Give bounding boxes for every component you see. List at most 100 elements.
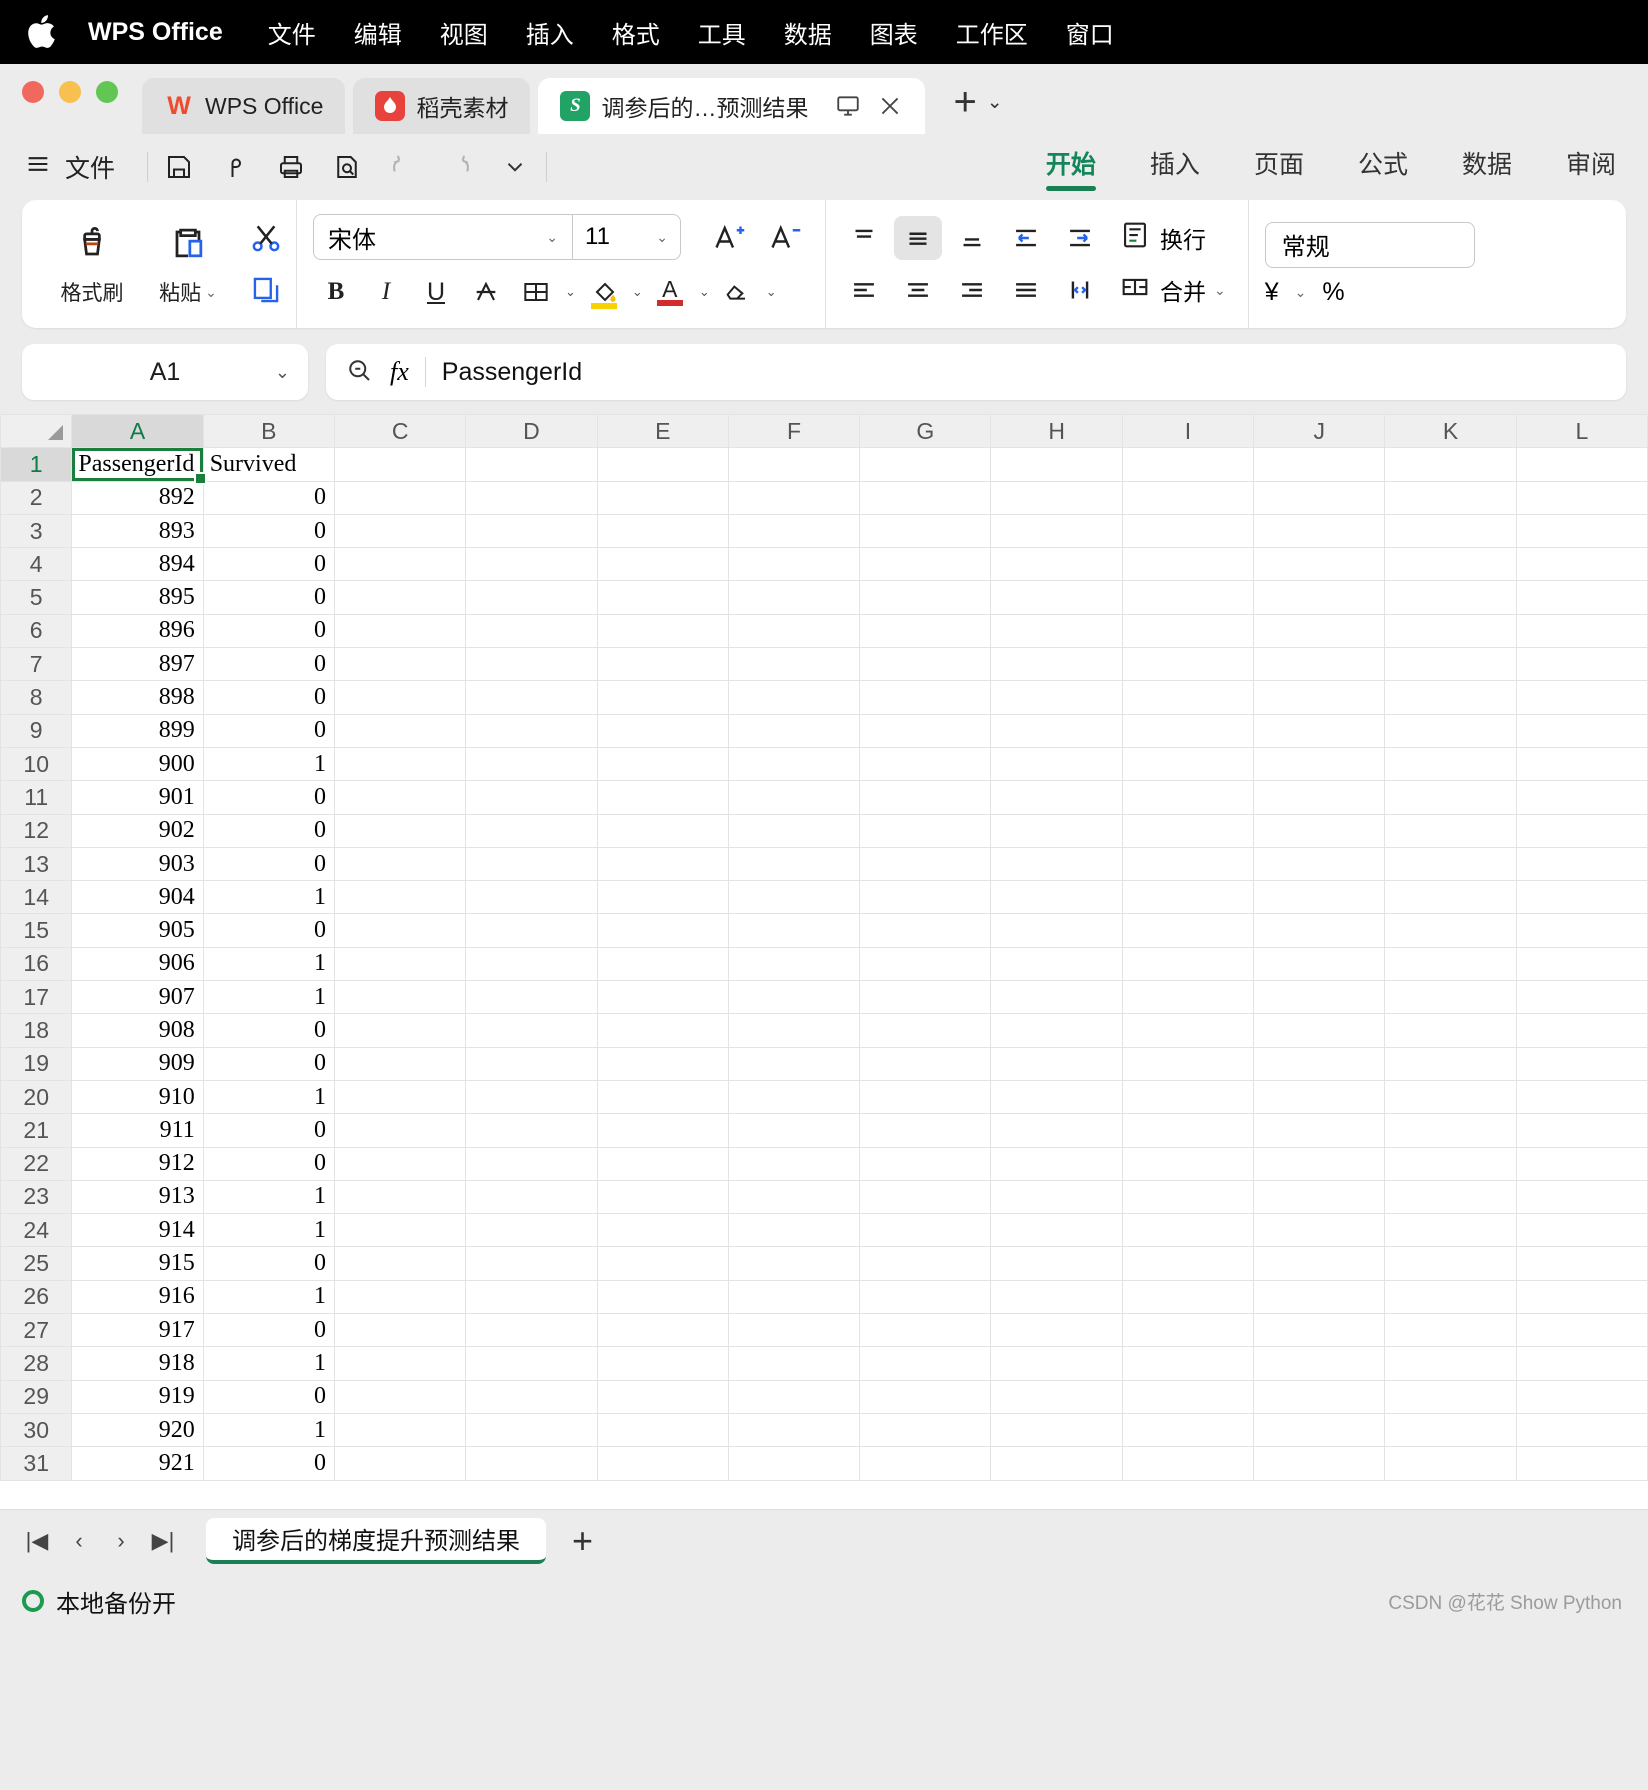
first-sheet-button[interactable]: |◀ xyxy=(18,1521,56,1561)
close-window-button[interactable] xyxy=(22,81,44,103)
cell-E19[interactable] xyxy=(596,1046,729,1081)
cell-J30[interactable] xyxy=(1253,1412,1386,1448)
cell-D7[interactable] xyxy=(465,647,598,682)
cell-K31[interactable] xyxy=(1384,1446,1517,1481)
cell-A10[interactable]: 900 xyxy=(71,746,204,782)
macmenu-item-wps-office[interactable]: WPS Office xyxy=(88,18,249,47)
cell-B16[interactable]: 1 xyxy=(202,946,336,982)
cell-H29[interactable] xyxy=(990,1379,1123,1414)
cell-G8[interactable] xyxy=(859,680,992,715)
cell-G28[interactable] xyxy=(859,1346,992,1381)
row-header-3[interactable]: 3 xyxy=(0,513,73,549)
cell-B8[interactable]: 0 xyxy=(202,680,336,715)
cell-J9[interactable] xyxy=(1253,713,1386,748)
chevron-down-icon[interactable]: ⌄ xyxy=(1295,284,1307,301)
file-menu-button[interactable]: 文件 xyxy=(24,149,133,185)
row-header-30[interactable]: 30 xyxy=(0,1412,73,1448)
cell-C21[interactable] xyxy=(333,1113,467,1148)
cell-F16[interactable] xyxy=(727,946,861,982)
row-header-11[interactable]: 11 xyxy=(0,780,73,815)
cell-J11[interactable] xyxy=(1253,780,1386,815)
cell-C17[interactable] xyxy=(333,980,467,1015)
cell-E7[interactable] xyxy=(596,647,729,682)
cell-H9[interactable] xyxy=(990,713,1123,748)
cell-E21[interactable] xyxy=(596,1113,729,1148)
cell-A22[interactable]: 912 xyxy=(71,1146,204,1181)
cell-C30[interactable] xyxy=(333,1412,467,1448)
cell-J22[interactable] xyxy=(1253,1146,1386,1181)
formula-input[interactable]: fx PassengerId xyxy=(326,344,1626,400)
cell-D5[interactable] xyxy=(465,580,598,615)
macmenu-item-format[interactable]: 格式 xyxy=(593,15,679,50)
cell-D19[interactable] xyxy=(465,1046,598,1081)
cell-K21[interactable] xyxy=(1384,1113,1517,1148)
cell-D15[interactable] xyxy=(465,913,598,948)
cell-I24[interactable] xyxy=(1121,1213,1255,1248)
cell-L5[interactable] xyxy=(1515,580,1648,615)
cell-J16[interactable] xyxy=(1253,946,1386,982)
cell-I3[interactable] xyxy=(1121,513,1255,549)
column-header-c[interactable]: C xyxy=(333,414,467,449)
clear-format-button[interactable] xyxy=(714,270,760,314)
cell-G26[interactable] xyxy=(859,1279,992,1315)
number-format-select[interactable]: 常规 xyxy=(1264,221,1475,268)
cell-I6[interactable] xyxy=(1121,613,1255,649)
bold-button[interactable]: B xyxy=(313,270,359,314)
cell-D22[interactable] xyxy=(465,1146,598,1181)
apple-logo-icon[interactable] xyxy=(26,12,60,52)
cell-E4[interactable] xyxy=(596,547,729,582)
cell-K13[interactable] xyxy=(1384,846,1517,882)
cell-L9[interactable] xyxy=(1515,713,1648,748)
macmenu-item-chart[interactable]: 图表 xyxy=(851,15,937,50)
last-sheet-button[interactable]: ▶| xyxy=(144,1521,182,1561)
cell-C1[interactable] xyxy=(333,447,467,482)
row-header-29[interactable]: 29 xyxy=(0,1379,73,1414)
cell-K7[interactable] xyxy=(1384,647,1517,682)
cell-J15[interactable] xyxy=(1253,913,1386,948)
cell-E27[interactable] xyxy=(596,1313,729,1348)
cell-I20[interactable] xyxy=(1121,1079,1255,1115)
cell-F7[interactable] xyxy=(727,647,861,682)
column-header-k[interactable]: K xyxy=(1384,414,1517,449)
cell-D9[interactable] xyxy=(465,713,598,748)
cell-L27[interactable] xyxy=(1515,1313,1648,1348)
cell-C12[interactable] xyxy=(333,813,467,848)
cell-A13[interactable]: 903 xyxy=(71,846,204,882)
cell-B14[interactable]: 1 xyxy=(202,880,336,915)
cell-K24[interactable] xyxy=(1384,1213,1517,1248)
cell-I18[interactable] xyxy=(1121,1013,1255,1048)
cell-E3[interactable] xyxy=(596,513,729,549)
cell-D23[interactable] xyxy=(465,1179,598,1215)
row-header-12[interactable]: 12 xyxy=(0,813,73,848)
cell-B10[interactable]: 1 xyxy=(202,746,336,782)
macmenu-item-window[interactable]: 窗口 xyxy=(1047,15,1133,50)
cell-I8[interactable] xyxy=(1121,680,1255,715)
cell-B18[interactable]: 0 xyxy=(202,1013,336,1048)
cell-E9[interactable] xyxy=(596,713,729,748)
cell-A7[interactable]: 897 xyxy=(71,647,204,682)
merge-cells-button[interactable]: 合并 ⌄ xyxy=(1110,268,1234,312)
format-painter-button[interactable]: 格式刷 xyxy=(44,212,140,316)
cell-B20[interactable]: 1 xyxy=(202,1079,336,1115)
cell-F2[interactable] xyxy=(727,480,861,515)
cell-L2[interactable] xyxy=(1515,480,1648,515)
cell-G3[interactable] xyxy=(859,513,992,549)
cell-A6[interactable]: 896 xyxy=(71,613,204,649)
cell-F14[interactable] xyxy=(727,880,861,915)
column-header-d[interactable]: D xyxy=(465,414,598,449)
cell-C18[interactable] xyxy=(333,1013,467,1048)
add-sheet-button[interactable]: + xyxy=(572,1520,593,1562)
cell-K5[interactable] xyxy=(1384,580,1517,615)
cell-A29[interactable]: 919 xyxy=(71,1379,204,1414)
cell-L4[interactable] xyxy=(1515,547,1648,582)
cell-D26[interactable] xyxy=(465,1279,598,1315)
cell-J3[interactable] xyxy=(1253,513,1386,549)
cell-I2[interactable] xyxy=(1121,480,1255,515)
cell-L20[interactable] xyxy=(1515,1079,1648,1115)
cell-A4[interactable]: 894 xyxy=(71,547,204,582)
cell-A17[interactable]: 907 xyxy=(71,980,204,1015)
scissors-icon[interactable] xyxy=(244,216,288,260)
cell-L13[interactable] xyxy=(1515,846,1648,882)
cell-L7[interactable] xyxy=(1515,647,1648,682)
tab-spreadsheet-document[interactable]: S 调参后的…预测结果 xyxy=(538,78,926,134)
